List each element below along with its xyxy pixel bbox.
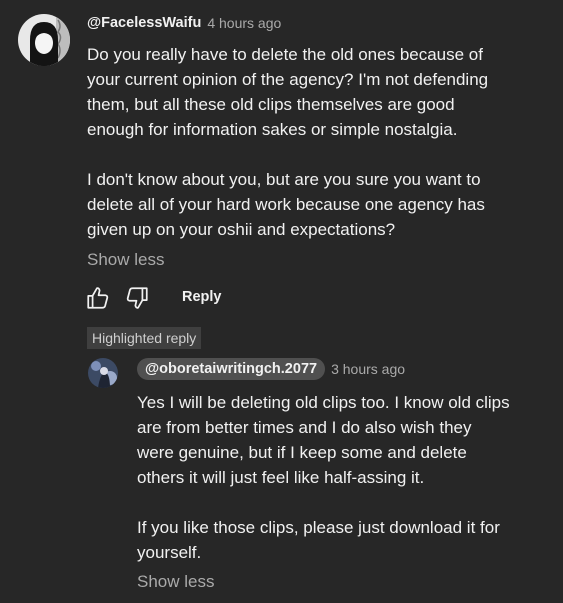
- comment-show-less-button[interactable]: Show less: [87, 250, 164, 270]
- reply-author-pill[interactable]: @oboretaiwritingch.2077: [137, 358, 326, 380]
- commenter-avatar[interactable]: [18, 14, 70, 66]
- comment-header: @FacelessWaifu 4 hours ago: [87, 15, 281, 31]
- reply-show-less-button[interactable]: Show less: [137, 572, 214, 592]
- reply-text: Yes I will be deleting old clips too. I …: [137, 393, 510, 562]
- reply-button[interactable]: Reply: [182, 289, 222, 305]
- reply-header: @oboretaiwritingch.2077 3 hours ago: [137, 358, 405, 380]
- highlighted-reply-badge: Highlighted reply: [87, 327, 202, 349]
- comment-text: Do you really have to delete the old one…: [87, 45, 489, 239]
- comment-author[interactable]: @FacelessWaifu: [87, 15, 201, 31]
- comment-timestamp[interactable]: 4 hours ago: [207, 15, 281, 31]
- reply-author-avatar[interactable]: [88, 358, 118, 388]
- comment-thread: @FacelessWaifu 4 hours ago Do you really…: [0, 0, 563, 603]
- thumbs-down-icon[interactable]: [124, 285, 150, 311]
- thumbs-up-icon[interactable]: [85, 285, 111, 311]
- reply-timestamp[interactable]: 3 hours ago: [331, 361, 405, 377]
